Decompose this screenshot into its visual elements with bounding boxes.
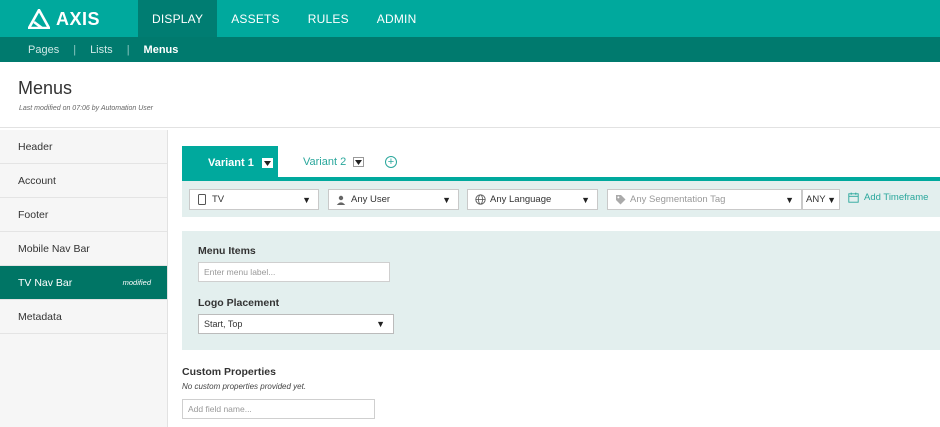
- logo-text: AXIS: [56, 8, 101, 29]
- device-value: TV: [212, 194, 225, 205]
- subnav-pages[interactable]: Pages: [28, 44, 59, 56]
- logo-placement-label: Logo Placement: [198, 297, 280, 309]
- dropdown-arrow-icon: ▼: [302, 194, 311, 205]
- nav-rules[interactable]: RULES: [294, 0, 363, 37]
- menu-items-label: Menu Items: [198, 245, 256, 257]
- add-timeframe-label: Add Timeframe: [864, 192, 929, 203]
- sidebar-item-tv-nav-bar[interactable]: TV Nav Bar modified: [0, 266, 167, 300]
- nav-admin[interactable]: ADMIN: [363, 0, 431, 37]
- variant-menu-button[interactable]: [353, 157, 365, 167]
- subnav-lists[interactable]: Lists: [90, 44, 113, 56]
- device-select[interactable]: TV ▼: [189, 189, 319, 210]
- add-variant-button[interactable]: +: [385, 156, 397, 168]
- tv-icon: [196, 194, 208, 205]
- logo-placement-select[interactable]: Start, Top ▼: [198, 314, 394, 334]
- sidebar-item-label: Account: [18, 174, 56, 187]
- dropdown-arrow-icon: ▼: [785, 194, 794, 205]
- menu-label-placeholder: Enter menu label...: [204, 267, 276, 277]
- dropdown-arrow-icon: ▼: [442, 194, 451, 205]
- custom-properties-title: Custom Properties: [182, 366, 276, 378]
- top-bar: AXIS DISPLAY ASSETS RULES ADMIN: [0, 0, 940, 37]
- globe-icon: [474, 194, 486, 205]
- sidebar-item-label: Metadata: [18, 310, 62, 323]
- sidebar-item-header[interactable]: Header: [0, 130, 167, 164]
- sidebar-item-mobile-nav-bar[interactable]: Mobile Nav Bar: [0, 232, 167, 266]
- dropdown-arrow-icon: ▼: [376, 319, 385, 329]
- sidebar-item-label: Footer: [18, 208, 49, 221]
- menu-config-panel: Menu Items Enter menu label... Logo Plac…: [182, 231, 940, 350]
- subnav-separator: |: [73, 43, 77, 56]
- language-value: Any Language: [490, 194, 552, 205]
- plus-icon: +: [387, 155, 395, 168]
- add-timeframe-button[interactable]: Add Timeframe: [848, 192, 928, 203]
- dropdown-arrow-icon: ▼: [581, 194, 590, 205]
- calendar-icon: [848, 192, 859, 203]
- modified-badge: modified: [122, 278, 151, 287]
- add-field-name-placeholder: Add field name...: [188, 404, 252, 414]
- tab-variant-2[interactable]: Variant 2: [303, 155, 365, 169]
- nav-display[interactable]: DISPLAY: [138, 0, 218, 37]
- user-icon: [335, 195, 347, 205]
- match-mode-value: ANY: [806, 194, 826, 205]
- user-select[interactable]: Any User ▼: [328, 189, 459, 210]
- add-field-name-input[interactable]: Add field name...: [182, 399, 375, 419]
- custom-properties-empty-note: No custom properties provided yet.: [182, 382, 307, 391]
- tab-label: Variant 1: [208, 157, 254, 169]
- tab-label: Variant 2: [303, 156, 347, 168]
- axis-logo[interactable]: AXIS: [28, 7, 100, 31]
- match-mode-select[interactable]: ANY ▼: [802, 189, 840, 210]
- sidebar-item-label: TV Nav Bar: [18, 276, 73, 289]
- sidebar-item-label: Mobile Nav Bar: [18, 242, 90, 255]
- subnav-menus[interactable]: Menus: [144, 44, 179, 56]
- last-modified-text: Last modified on 07:06 by Automation Use…: [19, 105, 153, 112]
- sidebar-item-account[interactable]: Account: [0, 164, 167, 198]
- segmentation-placeholder: Any Segmentation Tag: [630, 194, 726, 205]
- sub-nav: Pages | Lists | Menus: [0, 37, 940, 62]
- main-nav: DISPLAY ASSETS RULES ADMIN: [138, 0, 430, 37]
- tab-variant-1[interactable]: Variant 1: [182, 146, 278, 180]
- segmentation-tag-select[interactable]: Any Segmentation Tag ▼: [607, 189, 802, 210]
- variant-menu-button[interactable]: [261, 158, 273, 168]
- page-title: Menus: [18, 78, 73, 98]
- user-value: Any User: [351, 194, 391, 205]
- subnav-separator: |: [126, 43, 130, 56]
- sidebar-item-label: Header: [18, 140, 53, 153]
- nav-assets[interactable]: ASSETS: [217, 0, 294, 37]
- language-select[interactable]: Any Language ▼: [467, 189, 598, 210]
- dropdown-arrow-icon: ▼: [827, 194, 836, 205]
- logo-placement-value: Start, Top: [204, 319, 243, 329]
- menu-label-input[interactable]: Enter menu label...: [198, 262, 390, 282]
- sidebar-item-metadata[interactable]: Metadata: [0, 300, 167, 334]
- caret-down-icon: [355, 159, 363, 165]
- caret-down-icon: [263, 160, 271, 166]
- axis-logo-icon: [28, 9, 50, 29]
- tag-icon: [614, 194, 626, 205]
- targeting-filter-bar: TV ▼ Any User ▼ Any Language ▼ Any Segme…: [182, 181, 940, 217]
- sidebar-item-footer[interactable]: Footer: [0, 198, 167, 232]
- menu-sidebar: Header Account Footer Mobile Nav Bar TV …: [0, 130, 168, 427]
- page-header: Menus Last modified on 07:06 by Automati…: [0, 62, 940, 128]
